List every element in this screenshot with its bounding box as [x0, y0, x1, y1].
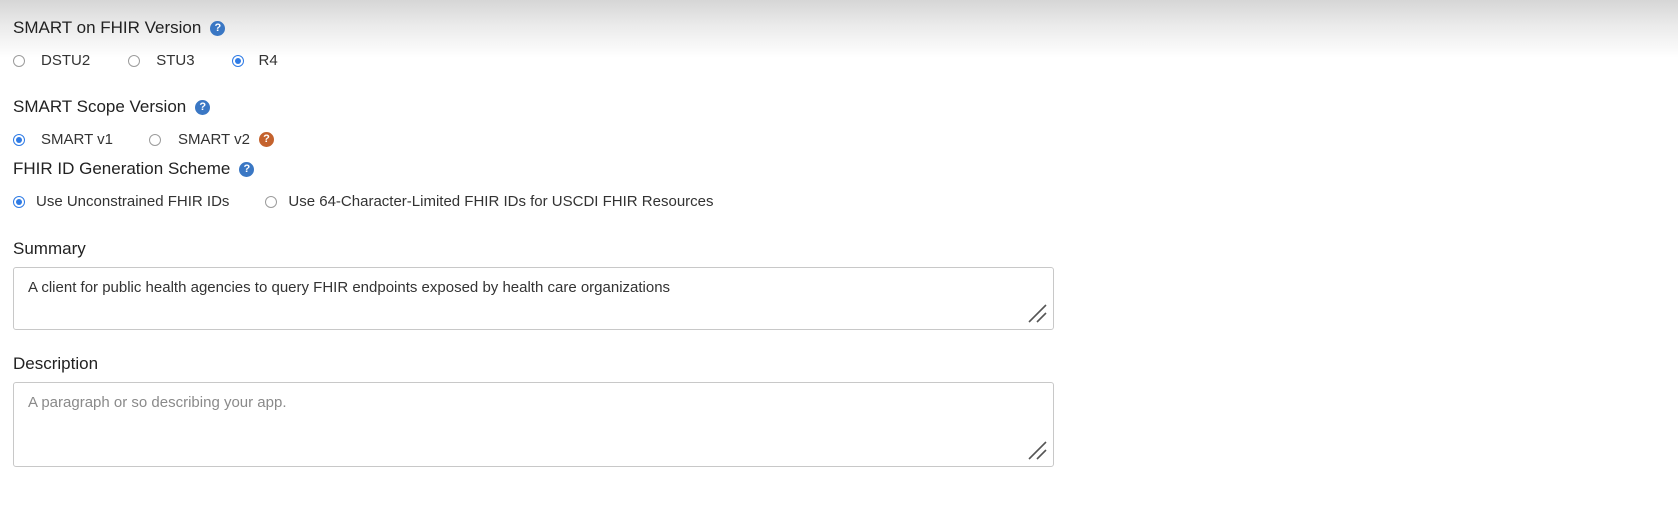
radio-option-limited-ids[interactable]: Use 64-Character-Limited FHIR IDs for US… — [265, 193, 714, 210]
radio-smart-v1[interactable] — [13, 133, 25, 146]
radio-label-smart-v1: SMART v1 — [41, 131, 113, 148]
radio-option-unconstrained-ids[interactable]: Use Unconstrained FHIR IDs — [13, 193, 229, 210]
smart-version-radio-group: DSTU2 STU3 R4 — [13, 52, 278, 69]
radio-unconstrained-ids[interactable] — [13, 195, 25, 208]
description-label: Description — [13, 354, 99, 373]
id-scheme-radio-group: Use Unconstrained FHIR IDs Use 64-Charac… — [13, 193, 714, 210]
radio-option-smart-v1[interactable]: SMART v1 — [13, 131, 113, 148]
id-scheme-title: FHIR ID Generation Scheme ? — [13, 159, 255, 179]
app-settings-form: SMART on FHIR Version ? DSTU2 STU3 R4 SM… — [0, 0, 1678, 522]
radio-smart-v2[interactable] — [148, 133, 161, 146]
radio-label-unconstrained-ids: Use Unconstrained FHIR IDs — [36, 193, 230, 210]
radio-label-r4: R4 — [258, 52, 278, 69]
radio-option-stu3[interactable]: STU3 — [128, 52, 195, 69]
question-mark-circle-icon[interactable]: ? — [258, 132, 274, 147]
radio-r4[interactable] — [231, 54, 244, 67]
question-mark-circle-icon[interactable]: ? — [210, 20, 226, 36]
smart-version-title-text: SMART on FHIR Version — [13, 18, 202, 37]
description-textarea[interactable] — [13, 382, 1054, 467]
scope-version-title-text: SMART Scope Version — [13, 97, 187, 116]
radio-option-dstu2[interactable]: DSTU2 — [13, 52, 90, 69]
scope-version-title: SMART Scope Version ? — [13, 97, 211, 117]
radio-option-smart-v2[interactable]: SMART v2 ? — [148, 131, 274, 148]
question-mark-circle-icon[interactable]: ? — [195, 99, 211, 115]
scope-version-radio-group: SMART v1 SMART v2 ? — [13, 131, 274, 148]
radio-label-stu3: STU3 — [156, 52, 195, 69]
radio-label-smart-v2: SMART v2 — [177, 131, 250, 148]
radio-option-r4[interactable]: R4 — [231, 52, 278, 69]
question-mark-circle-icon[interactable]: ? — [239, 161, 255, 177]
resize-grip-icon[interactable] — [1027, 303, 1047, 323]
smart-version-title: SMART on FHIR Version ? — [13, 18, 226, 38]
radio-label-limited-ids: Use 64-Character-Limited FHIR IDs for US… — [288, 193, 714, 210]
summary-textarea[interactable]: A client for public health agencies to q… — [13, 267, 1054, 330]
summary-label: Summary — [13, 239, 86, 258]
radio-label-dstu2: DSTU2 — [41, 52, 91, 69]
id-scheme-title-text: FHIR ID Generation Scheme — [13, 159, 231, 178]
radio-limited-ids[interactable] — [265, 195, 278, 208]
radio-dstu2[interactable] — [13, 54, 25, 67]
radio-stu3[interactable] — [128, 54, 141, 67]
resize-grip-icon[interactable] — [1027, 440, 1047, 460]
